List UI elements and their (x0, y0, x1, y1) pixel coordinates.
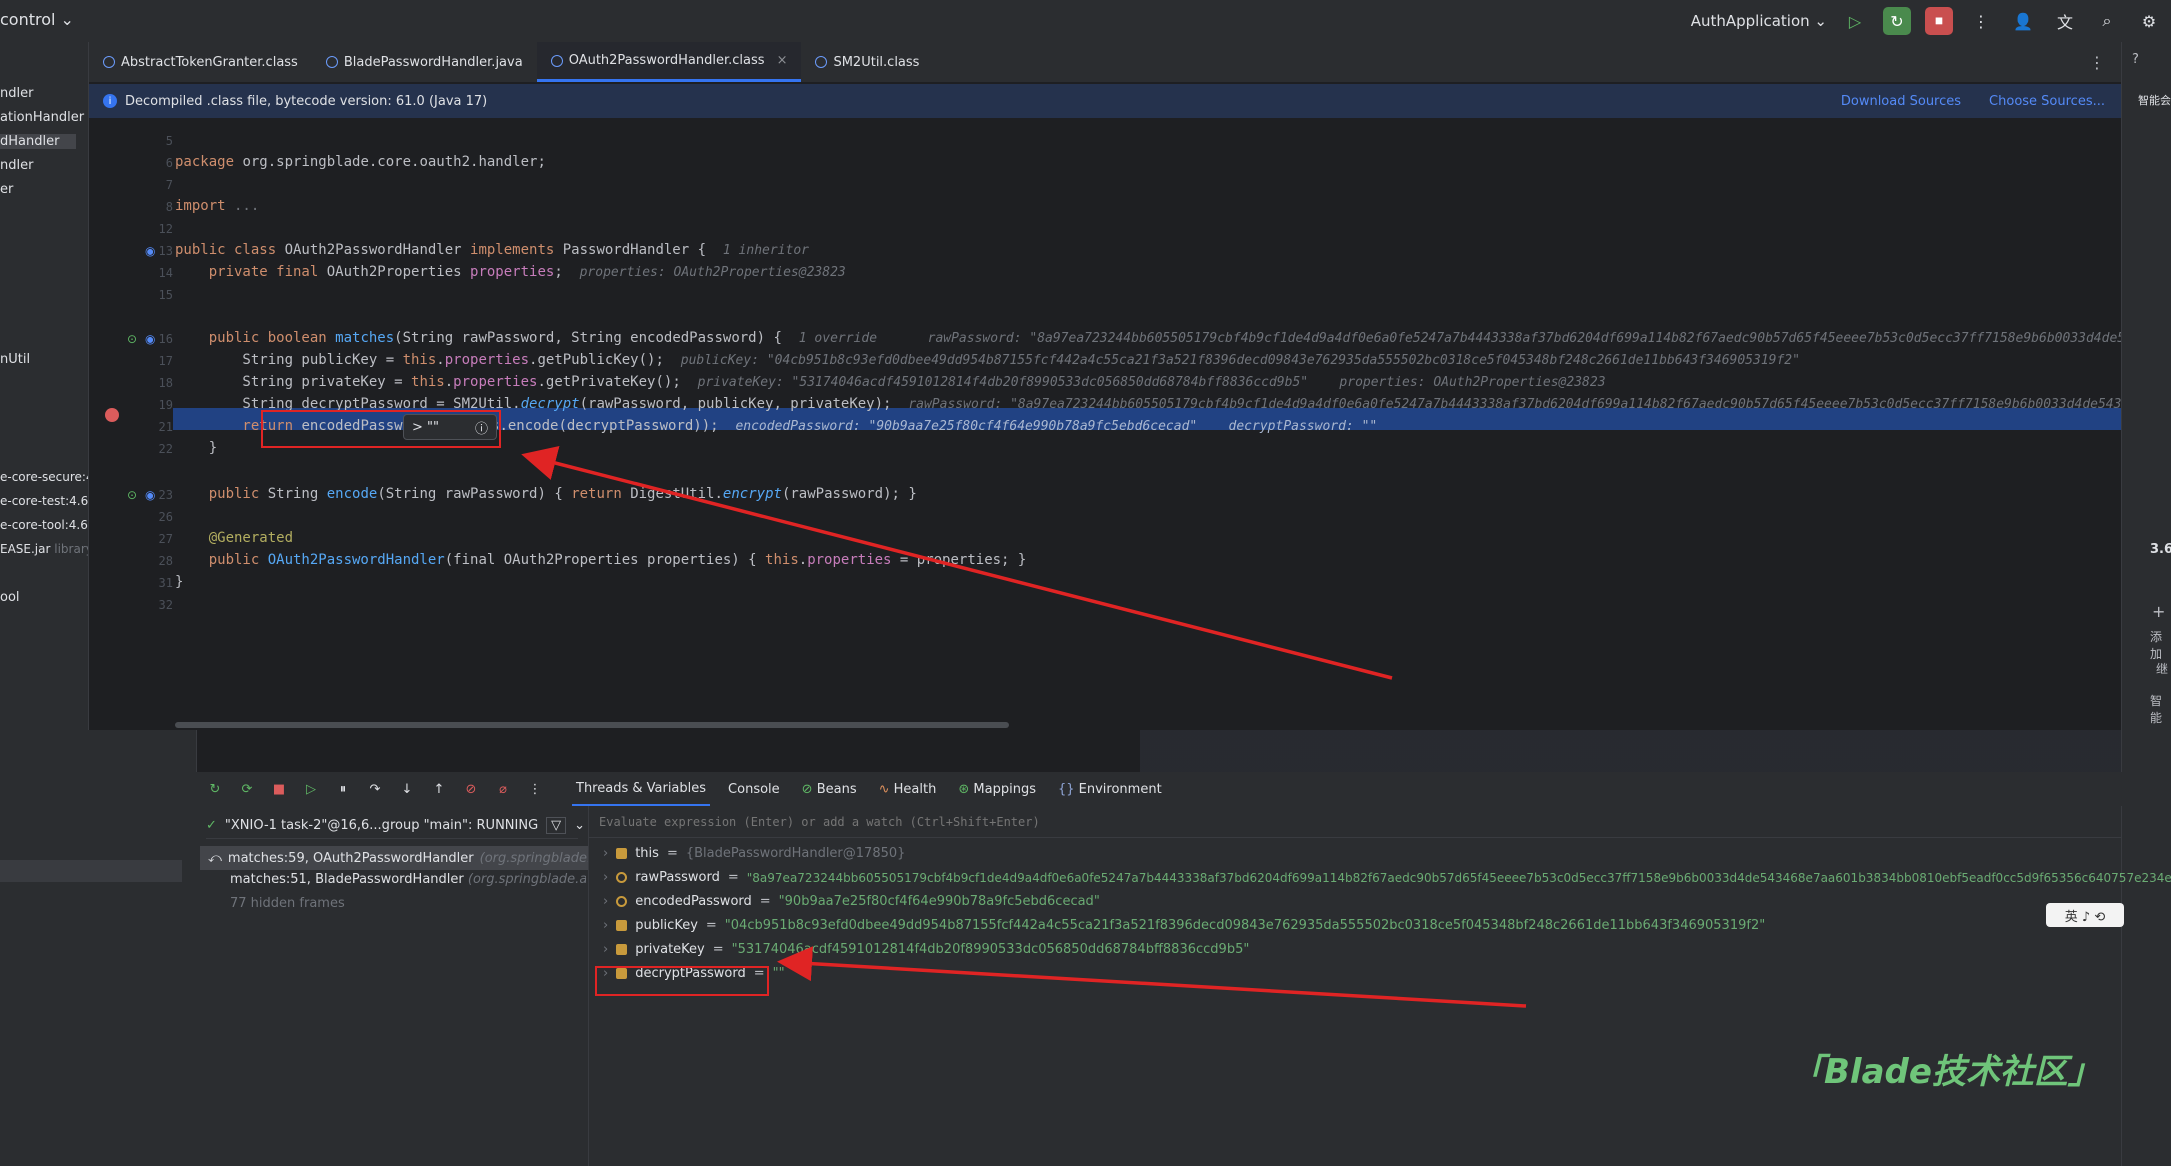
annotation-arrows (521, 446, 1527, 1008)
annotation-arrow (521, 446, 1393, 680)
annotation-arrow (777, 946, 1527, 1008)
